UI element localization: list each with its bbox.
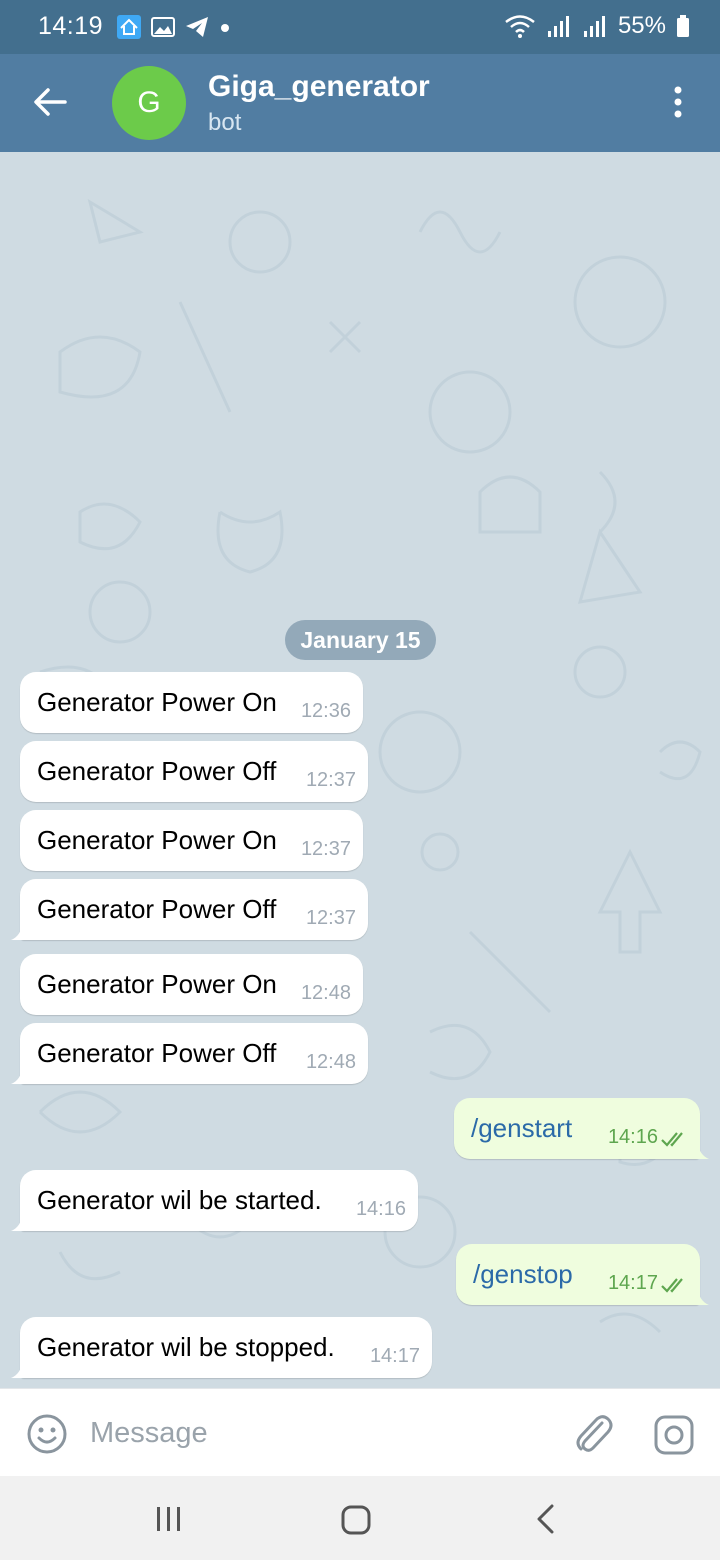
read-checkmarks-icon [661, 1132, 683, 1147]
bubble-tail [691, 1141, 709, 1159]
system-navigation-bar [0, 1476, 720, 1560]
message-text: Generator Power Off [37, 756, 277, 786]
message-bubble-incoming[interactable]: Generator Power On 12:36 [20, 672, 363, 733]
signal-icon [583, 16, 605, 37]
message-time: 14:17 [607, 1272, 658, 1294]
message-time: 12:37 [300, 838, 351, 860]
status-bar: 14:19 55% [0, 0, 720, 54]
message-time: 12:37 [305, 907, 356, 929]
message-text: Generator Power On [37, 969, 277, 999]
recent-apps-icon[interactable] [152, 1502, 186, 1536]
message-time: 12:37 [305, 769, 356, 791]
gallery-icon [151, 17, 175, 37]
message-list[interactable]: January 15 Generator Power On 12:36 Gene… [0, 152, 720, 1388]
message-text: Generator Power Off [37, 894, 277, 924]
message-time: 12:48 [300, 982, 351, 1004]
message-time: 12:48 [305, 1051, 356, 1073]
battery-icon [677, 15, 689, 37]
message-composer [0, 1388, 720, 1476]
bubble-tail [11, 1360, 29, 1378]
message-text: Generator Power On [37, 825, 277, 855]
message-time: 14:16 [355, 1198, 406, 1220]
bubble-tail [691, 1287, 709, 1305]
chat-title[interactable]: Giga_generator [208, 70, 430, 104]
home-icon[interactable] [338, 1502, 374, 1538]
message-bubble-incoming[interactable]: Generator Power Off 12:37 [20, 741, 368, 802]
arrow-left-icon [34, 88, 67, 116]
date-separator: January 15 [285, 620, 436, 660]
message-bubble-incoming[interactable]: Generator Power On 12:37 [20, 810, 363, 871]
message-bubble-incoming[interactable]: Generator Power On 12:48 [20, 954, 363, 1015]
back-nav-icon[interactable] [528, 1500, 564, 1538]
message-text: /genstop [473, 1259, 573, 1289]
chat-subtitle: bot [208, 109, 242, 136]
message-text: Generator wil be started. [37, 1185, 322, 1215]
message-bubble-incoming[interactable]: Generator wil be started. 14:16 [11, 1170, 418, 1231]
emoji-icon[interactable] [26, 1413, 68, 1455]
message-input[interactable] [90, 1411, 540, 1455]
message-text: /genstart [471, 1113, 573, 1143]
message-bubble-outgoing[interactable]: /genstart 14:16 [454, 1098, 709, 1159]
chat-header: G Giga_generator bot [0, 54, 720, 152]
message-text: Generator Power On [37, 687, 277, 717]
battery-percent: 55% [617, 12, 666, 39]
more-menu-button[interactable] [658, 82, 698, 122]
message-text: Generator Power Off [37, 1038, 277, 1068]
wifi-icon [505, 15, 535, 38]
dot-icon [221, 24, 229, 32]
telegram-icon [186, 17, 208, 37]
more-vertical-icon [674, 86, 682, 118]
message-time: 12:36 [300, 700, 351, 722]
smart-home-icon [117, 15, 141, 39]
signal-icon [547, 16, 569, 37]
message-time: 14:17 [369, 1345, 420, 1367]
message-text: Generator wil be stopped. [37, 1332, 335, 1362]
message-bubble-incoming[interactable]: Generator Power Off 12:48 [11, 1023, 368, 1084]
message-bubble-outgoing[interactable]: /genstop 14:17 [456, 1244, 709, 1305]
message-bubble-incoming[interactable]: Generator Power Off 12:37 [11, 879, 368, 940]
read-checkmarks-icon [661, 1278, 683, 1293]
back-button[interactable] [24, 76, 76, 128]
bubble-tail [11, 922, 29, 940]
message-time: 14:16 [607, 1126, 658, 1148]
bubble-tail [11, 1066, 29, 1084]
bubble-tail [11, 1213, 29, 1231]
status-time: 14:19 [38, 12, 104, 40]
paperclip-icon[interactable] [572, 1411, 614, 1457]
message-bubble-incoming[interactable]: Generator wil be stopped. 14:17 [11, 1317, 432, 1378]
camera-icon[interactable] [652, 1413, 696, 1457]
avatar[interactable]: G [112, 66, 186, 140]
